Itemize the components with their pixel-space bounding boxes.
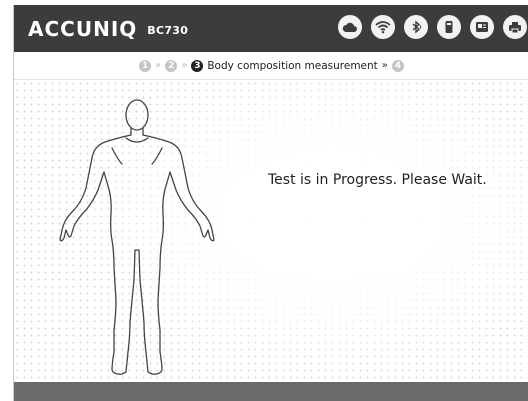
step-separator: » [181,60,188,71]
model-name: BC730 [147,23,189,37]
top-bar: ACCUNIQ BC730 [14,5,528,52]
app-window: ACCUNIQ BC730 1 » 2 » 3 Body composition… [13,5,528,401]
step-separator: » [155,60,162,71]
printer-icon[interactable] [503,15,527,39]
cloud-icon[interactable] [338,15,362,39]
status-icons [338,15,527,39]
step-2-badge: 2 [165,59,178,72]
main-content: Test is in Progress. Please Wait. [14,80,528,382]
body-outline-icon [59,99,215,375]
step-separator: » [381,60,388,71]
status-message: Test is in Progress. Please Wait. [268,172,487,188]
step-3-badge: 3 [191,59,204,72]
brand-logo: ACCUNIQ [28,16,138,41]
step-4-badge: 4 [391,59,404,72]
step-3-label: Body composition measurement [207,59,378,72]
id-card-icon[interactable] [470,15,494,39]
footer-bar [14,382,528,401]
step-1-badge: 1 [139,59,152,72]
device-icon[interactable] [437,15,461,39]
step-indicator: 1 » 2 » 3 Body composition measurement »… [14,52,528,80]
bluetooth-icon[interactable] [404,15,428,39]
wifi-icon[interactable] [371,15,395,39]
